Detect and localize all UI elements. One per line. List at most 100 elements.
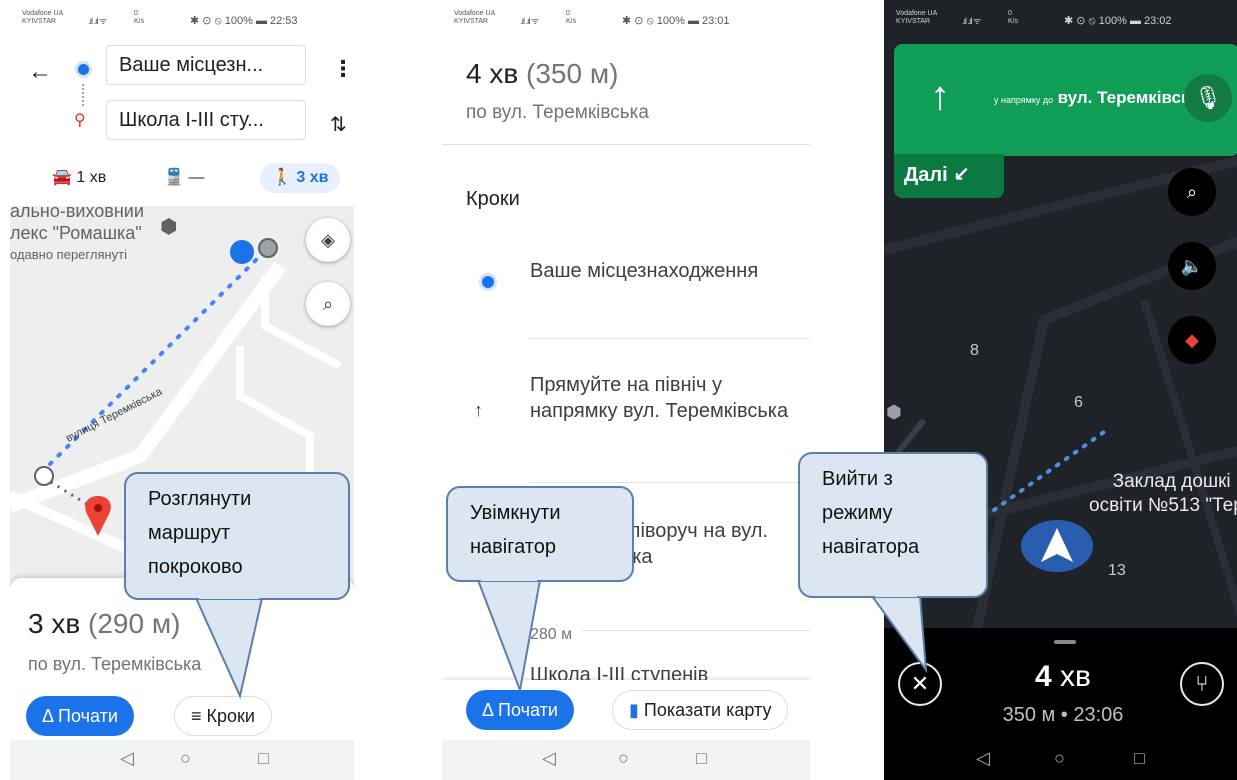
show-map-button-label: Показати карту [643, 700, 772, 720]
navigation-eta-value: 4 [1035, 660, 1052, 693]
next-turn-box: Далі ↙ [894, 154, 1004, 198]
instruction-prefix: у напрямку до [994, 95, 1054, 105]
turn-left-icon: ↙ [953, 164, 970, 186]
place-line1: Заклад дошкі [1112, 471, 1231, 492]
poi-name-line1: ально-виховний [10, 206, 144, 221]
route-options-icon[interactable]: ⑂ [1180, 662, 1224, 706]
compass-icon[interactable]: ◆ [1168, 316, 1216, 364]
nav-back-icon[interactable]: ◁ [976, 748, 990, 769]
search-icon[interactable]: ⌕ [306, 282, 350, 326]
system-nav-bar: ◁ ○ □ [884, 740, 1237, 780]
list-icon: ≡ [191, 706, 202, 726]
more-vert-icon[interactable]: ⋮ [332, 56, 354, 82]
poi-marker-icon: ⬢ [886, 402, 902, 422]
steps-action-bar: Δ Почати ▮ Показати карту [442, 680, 810, 740]
start-button[interactable]: Δ Почати [26, 696, 134, 736]
map-house-number: 6 [1074, 394, 1083, 411]
navigation-chevron-icon [1041, 528, 1073, 562]
status-bar: Vodafone UA KYIVSTAR .ıl .ıl ᯤ 0 K/s ✱ ⊙… [884, 0, 1237, 36]
nav-home-icon[interactable]: ○ [1054, 748, 1065, 769]
operator-label: Vodafone UA KYIVSTAR [896, 10, 938, 25]
layers-icon[interactable]: ◈ [306, 218, 350, 262]
map-house-number: 8 [970, 342, 979, 359]
speed-label: 0 K/s [134, 10, 145, 25]
volume-icon[interactable]: 🔈 [1168, 242, 1216, 290]
navigation-arrow-icon: Δ [42, 706, 54, 726]
phone-screen-navigation: Vodafone UA KYIVSTAR .ıl .ıl ᯤ 0 K/s ✱ ⊙… [884, 0, 1237, 780]
callout-view-steps: Розглянути маршрут покроково [124, 472, 350, 600]
transit-icon: 🚆 [164, 169, 184, 186]
poi-marker-icon: ⬢ [160, 216, 178, 238]
route-eta: 3 хв (290 м) [28, 608, 180, 640]
divider [530, 482, 810, 483]
origin-field[interactable]: Ваше місцезн... [106, 45, 306, 85]
divider [530, 338, 810, 339]
nav-recents-icon[interactable]: □ [1134, 748, 1145, 769]
destination-pin-icon: ⚲ [74, 112, 86, 129]
route-via: по вул. Теремківська [466, 102, 649, 123]
steps-button[interactable]: ≡ Кроки [174, 696, 272, 736]
callout-exit-navigation: Вийти з режиму навігатора [798, 452, 988, 598]
start-button[interactable]: Δ Почати [466, 690, 574, 730]
status-right: ✱ ⊙ ⦸ 100% ▬ 22:53 [190, 15, 298, 27]
walk-icon: 🚶 [272, 169, 292, 186]
speed-label: 0 K/s [566, 10, 577, 25]
search-icon[interactable]: ⌕ [1168, 168, 1216, 216]
step-head-north[interactable]: Прямуйте на північ у напрямку вул. Терем… [530, 372, 790, 424]
mode-walk[interactable]: 🚶 3 хв [260, 163, 341, 193]
status-bar: Vodafone UA KYIVSTAR .ıl .ıl ᯤ 0 K/s ✱ ⊙… [10, 0, 354, 36]
instruction-text: у напрямку до вул. Теремківська [994, 88, 1209, 108]
poi-recent-label: одавно переглянуті [10, 247, 128, 262]
signal-icon: .ıl .ıl ᯤ [962, 16, 981, 26]
signal-icon: .ıl .ıl ᯤ [88, 16, 107, 26]
nav-back-icon[interactable]: ◁ [120, 748, 134, 769]
divider [442, 144, 810, 145]
destination-field[interactable]: Школа І-ІІІ сту... [106, 100, 306, 140]
show-map-button[interactable]: ▮ Показати карту [612, 690, 789, 730]
mode-car-time: 1 хв [76, 169, 107, 186]
sheet-handle[interactable] [1054, 640, 1076, 644]
operator-label: Vodafone UA KYIVSTAR [454, 10, 496, 25]
system-nav-bar: ◁ ○ □ [442, 740, 810, 780]
map-icon: ▮ [629, 700, 639, 720]
route-eta: 4 хв (350 м) [466, 58, 618, 90]
route-eta-time: 4 хв [466, 58, 519, 89]
mode-walk-time: 3 хв [296, 169, 329, 186]
map-house-number: 13 [1108, 562, 1126, 579]
status-right: ✱ ⊙ ⦸ 100% ▬ 23:01 [622, 15, 730, 27]
navigation-distance-arrival: 350 м • 23:06 [1002, 704, 1124, 726]
nav-home-icon[interactable]: ○ [180, 748, 191, 769]
origin-dot-icon [78, 64, 89, 75]
start-button-label: Почати [58, 706, 118, 726]
next-turn-label: Далі [904, 164, 948, 186]
route-connector [82, 84, 85, 106]
travel-modes: 🚘 1 хв 🚆 — 🚶 3 хв [10, 163, 354, 193]
status-right: ✱ ⊙ ⦸ 100% ▬ 23:02 [1064, 15, 1172, 27]
step-distance: 280 м [530, 626, 573, 643]
nav-recents-icon[interactable]: □ [696, 748, 707, 769]
step-origin[interactable]: Ваше місцезнаходження [530, 258, 790, 284]
car-icon: 🚘 [52, 169, 72, 186]
swap-icon[interactable]: ⇅ [330, 112, 347, 137]
callout-start-navigation: Увімкнути навігатор [446, 486, 634, 582]
speed-label: 0 K/s [1008, 10, 1019, 25]
route-summary-sheet: 3 хв (290 м) по вул. Теремківська Δ Поча… [10, 578, 354, 740]
back-arrow-icon[interactable]: ← [28, 58, 52, 86]
nav-home-icon[interactable]: ○ [618, 748, 629, 769]
navigation-arrow-icon: Δ [482, 700, 494, 720]
steps-heading: Кроки [466, 188, 520, 210]
divider [582, 630, 810, 631]
nav-back-icon[interactable]: ◁ [542, 748, 556, 769]
route-eta-distance: (350 м) [526, 58, 619, 89]
phone-screen-directions: Vodafone UA KYIVSTAR .ıl .ıl ᯤ 0 K/s ✱ ⊙… [10, 0, 354, 780]
mode-car[interactable]: 🚘 1 хв [52, 163, 106, 193]
steps-button-label: Кроки [206, 706, 255, 726]
nav-recents-icon[interactable]: □ [258, 748, 269, 769]
mode-transit[interactable]: 🚆 — [164, 163, 204, 193]
route-eta-distance: (290 м) [88, 608, 181, 639]
phone-screen-steps: Vodafone UA KYIVSTAR .ıl .ıl ᯤ 0 K/s ✱ ⊙… [442, 0, 810, 780]
navigation-eta-unit: хв [1060, 660, 1091, 693]
mic-icon[interactable]: 🎙 [1184, 74, 1232, 122]
poi-name-line2: лекс "Ромашка" [10, 223, 142, 243]
origin-dot-icon [482, 276, 494, 288]
